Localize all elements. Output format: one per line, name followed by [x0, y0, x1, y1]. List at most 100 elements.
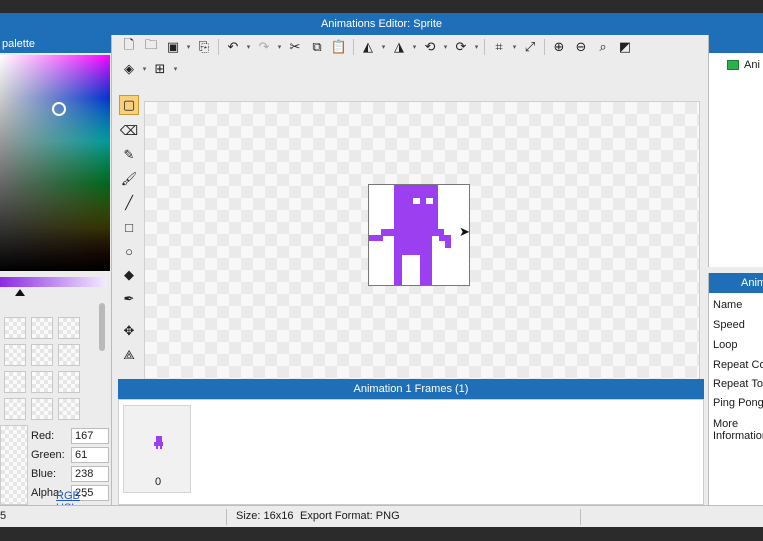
- flip-vertical-icon[interactable]: ◮: [388, 37, 410, 57]
- line-icon[interactable]: ╱: [119, 193, 139, 213]
- animation-properties-panel: Anim Name Speed Loop Repeat Co Repeat To…: [708, 273, 763, 505]
- property-loop: Loop: [713, 339, 738, 351]
- properties-title: Anim: [709, 273, 763, 293]
- chevron-down-icon[interactable]: ▾: [510, 37, 519, 57]
- main-toolbar: 🗋 🗀 ▣ ▾ ⎘ ↶ ▾ ↷ ▾ ✂ ⧉ 📋 ◭ ▾ ◮ ▾ ⟲ ▾ ⟳ ▾ …: [116, 35, 706, 79]
- swatch[interactable]: [58, 398, 80, 420]
- flip-horizontal-icon[interactable]: ◭: [357, 37, 379, 57]
- fill-icon[interactable]: ◆: [119, 265, 139, 285]
- swatch[interactable]: [4, 371, 26, 393]
- swatch[interactable]: [31, 344, 53, 366]
- color-picker-handle[interactable]: [52, 102, 66, 116]
- sprite-pixel: [394, 229, 432, 255]
- frames-panel: 0: [118, 399, 704, 505]
- brush-icon[interactable]: 🖌: [119, 169, 139, 189]
- status-bar: 5 Size: 16x16 Export Format: PNG: [0, 505, 763, 527]
- copy-icon[interactable]: ⧉: [306, 37, 328, 57]
- layers-icon[interactable]: ◈: [118, 59, 140, 79]
- status-left-value: 5: [0, 510, 7, 522]
- redo-icon[interactable]: ↷: [253, 37, 275, 57]
- swatch[interactable]: [4, 317, 26, 339]
- frame-preview-pixel: [160, 446, 162, 449]
- status-divider: [580, 509, 581, 525]
- rotate-right-icon[interactable]: ⟳: [450, 37, 472, 57]
- swatch[interactable]: [58, 317, 80, 339]
- swatch[interactable]: [31, 371, 53, 393]
- chevron-down-icon[interactable]: ▾: [410, 37, 419, 57]
- ellipse-icon[interactable]: ○: [119, 241, 139, 261]
- zoom-out-icon[interactable]: ⊖: [570, 37, 592, 57]
- undo-icon[interactable]: ↶: [222, 37, 244, 57]
- resize-icon[interactable]: ⤢: [519, 37, 541, 57]
- rgb-mode-link[interactable]: RGB: [56, 490, 80, 502]
- blue-field[interactable]: 238: [71, 466, 109, 482]
- swatch[interactable]: [4, 398, 26, 420]
- chevron-down-icon[interactable]: ▾: [472, 37, 481, 57]
- animation-list-item[interactable]: Ani: [727, 59, 760, 71]
- toolbar-divider: [353, 39, 354, 55]
- swatch[interactable]: [58, 371, 80, 393]
- open-folder-icon[interactable]: 🗀: [140, 37, 162, 57]
- blue-label: Blue:: [31, 468, 57, 480]
- pencil-icon[interactable]: ✎: [119, 145, 139, 165]
- animations-editor-window: Animations Editor: Sprite palette Red: 1…: [0, 13, 763, 527]
- color-spectrum[interactable]: [0, 55, 110, 271]
- hue-marker-icon[interactable]: [15, 289, 25, 296]
- property-repeat-to: Repeat To: [713, 378, 763, 390]
- zoom-in-icon[interactable]: ⊕: [548, 37, 570, 57]
- green-field[interactable]: 61: [71, 447, 109, 463]
- new-file-icon[interactable]: 🗋: [118, 37, 140, 57]
- export-icon[interactable]: ⎘: [193, 37, 215, 57]
- hue-slider[interactable]: [0, 277, 106, 287]
- color-preview: [0, 425, 28, 505]
- rotate-left-icon[interactable]: ⟲: [419, 37, 441, 57]
- frame-thumbnail[interactable]: 0: [123, 405, 191, 493]
- property-more: More: [713, 418, 739, 430]
- drawing-canvas[interactable]: ➤: [144, 101, 700, 389]
- rectangle-icon[interactable]: □: [119, 217, 139, 237]
- move-icon[interactable]: ✥: [119, 321, 139, 341]
- cut-icon[interactable]: ✂: [284, 37, 306, 57]
- grid-icon[interactable]: ⊞: [149, 59, 171, 79]
- swatch-scrollbar[interactable]: [99, 303, 105, 351]
- chevron-down-icon[interactable]: ▾: [244, 37, 253, 57]
- sprite-pixel: [369, 235, 383, 241]
- zoom-fit-icon[interactable]: ⌕: [592, 37, 614, 57]
- eraser-icon[interactable]: ⌫: [119, 121, 139, 141]
- chevron-down-icon[interactable]: ▾: [184, 37, 193, 57]
- tool-palette: ▢ ⌫ ✎ 🖌 ╱ □ ○ ◆ ✒ ✥ ⟁: [116, 93, 142, 385]
- sprite-pixel: [394, 185, 438, 229]
- swatch[interactable]: [31, 317, 53, 339]
- chevron-down-icon[interactable]: ▾: [379, 37, 388, 57]
- eyedropper-icon[interactable]: ✒: [119, 289, 139, 309]
- status-divider: [226, 509, 227, 525]
- frame-preview-pixel: [156, 446, 158, 449]
- property-ping-pong: Ping Pong: [713, 397, 763, 409]
- swatch[interactable]: [58, 344, 80, 366]
- animations-list-header: [709, 35, 763, 53]
- chevron-down-icon[interactable]: ▾: [140, 59, 149, 79]
- frames-title: Animation 1 Frames (1): [118, 379, 704, 399]
- paste-icon[interactable]: 📋: [328, 37, 350, 57]
- frame-index: 0: [154, 476, 162, 488]
- chevron-down-icon[interactable]: ▾: [171, 59, 180, 79]
- sprite-eye: [426, 198, 433, 204]
- green-label: Green:: [31, 449, 65, 461]
- sprite-pixel: [445, 235, 451, 248]
- toolbar-divider: [218, 39, 219, 55]
- toolbar-divider: [544, 39, 545, 55]
- sprite-canvas[interactable]: [368, 184, 470, 286]
- crop-icon[interactable]: ⌗: [488, 37, 510, 57]
- toolbar-divider: [484, 39, 485, 55]
- save-icon[interactable]: ▣: [162, 37, 184, 57]
- sprite-eye: [413, 198, 420, 204]
- toggle-background-icon[interactable]: ◩: [614, 37, 636, 57]
- swatch[interactable]: [4, 344, 26, 366]
- chevron-down-icon[interactable]: ▾: [275, 37, 284, 57]
- select-icon[interactable]: ▢: [119, 95, 139, 115]
- chevron-down-icon[interactable]: ▾: [441, 37, 450, 57]
- red-field[interactable]: 167: [71, 428, 109, 444]
- swatch[interactable]: [31, 398, 53, 420]
- transform-icon[interactable]: ⟁: [119, 345, 139, 365]
- animations-list-panel: Ani: [708, 35, 763, 267]
